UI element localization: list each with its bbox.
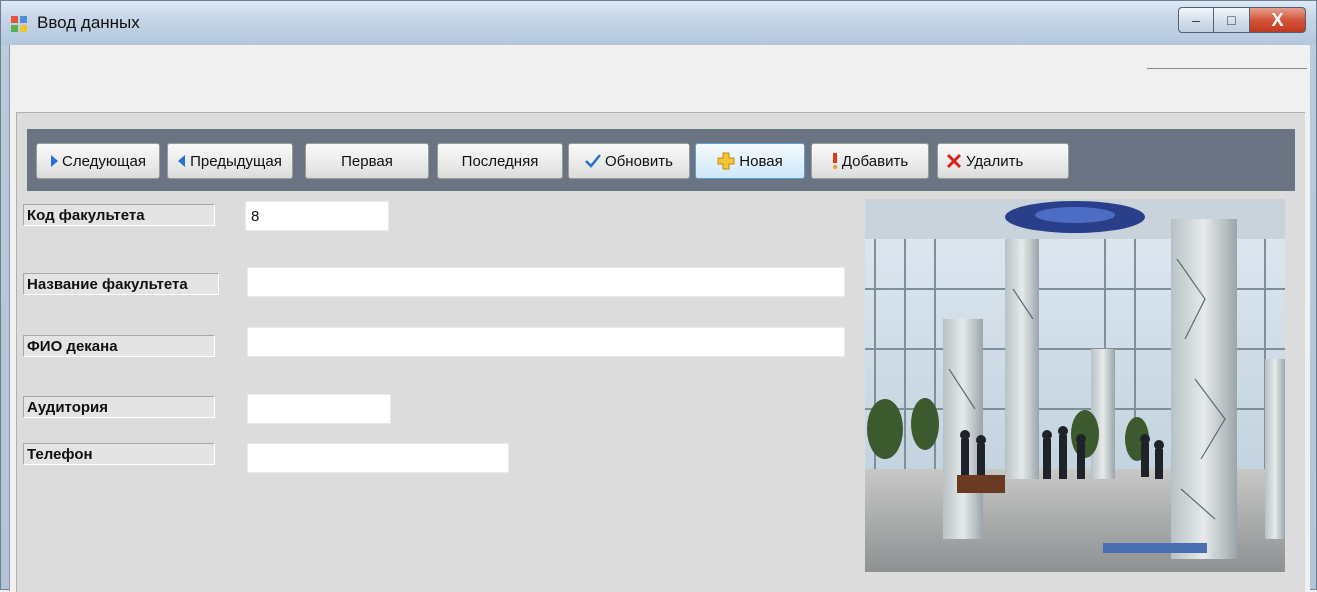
previous-label: Предыдущая	[190, 152, 282, 170]
dean-name-label: ФИО декана	[23, 335, 215, 357]
next-button[interactable]: Следующая	[36, 143, 160, 179]
delete-label: Удалить	[966, 152, 1024, 170]
close-button[interactable]: X	[1250, 7, 1306, 33]
app-window: Ввод данных – □ X Следующая Предыдущая П…	[0, 0, 1317, 592]
room-field[interactable]	[247, 394, 391, 424]
red-x-icon	[946, 153, 962, 169]
refresh-label: Обновить	[605, 152, 673, 170]
next-label: Следующая	[62, 152, 146, 170]
maximize-icon: □	[1227, 12, 1236, 28]
phone-label: Телефон	[23, 443, 215, 465]
faculty-code-field[interactable]: 8	[245, 201, 389, 231]
new-button[interactable]: Новая	[695, 143, 805, 179]
window-controls: – □ X	[1178, 7, 1306, 35]
add-button[interactable]: Добавить	[811, 143, 929, 179]
maximize-button[interactable]: □	[1214, 7, 1250, 33]
divider	[1147, 68, 1307, 69]
checkmark-icon	[585, 154, 601, 168]
faculty-name-field[interactable]	[247, 267, 845, 297]
refresh-button[interactable]: Обновить	[568, 143, 690, 179]
new-label: Новая	[739, 152, 783, 170]
room-label: Аудитория	[23, 396, 215, 418]
window-title: Ввод данных	[37, 13, 140, 32]
triangle-right-icon	[50, 155, 59, 167]
minimize-button[interactable]: –	[1178, 7, 1214, 33]
first-button[interactable]: Первая	[305, 143, 429, 179]
title-bar[interactable]: Ввод данных – □ X	[1, 1, 1316, 45]
app-icon	[11, 16, 27, 32]
delete-button[interactable]: Удалить	[937, 143, 1069, 179]
form-panel: Следующая Предыдущая Первая Последняя Об…	[16, 112, 1305, 592]
last-button[interactable]: Последняя	[437, 143, 563, 179]
navigation-toolbar: Следующая Предыдущая Первая Последняя Об…	[27, 129, 1295, 191]
close-icon: X	[1271, 9, 1284, 30]
plus-icon	[717, 152, 735, 170]
phone-field[interactable]	[247, 443, 509, 473]
previous-button[interactable]: Предыдущая	[167, 143, 293, 179]
exclamation-icon	[832, 153, 838, 169]
dean-name-field[interactable]	[247, 327, 845, 357]
triangle-left-icon	[178, 155, 186, 167]
faculty-code-label: Код факультета	[23, 204, 215, 226]
building-lobby-photo	[865, 199, 1285, 572]
last-label: Последняя	[461, 152, 539, 170]
minimize-icon: –	[1192, 12, 1200, 28]
add-label: Добавить	[841, 152, 909, 170]
faculty-name-label: Название факультета	[23, 273, 219, 295]
first-label: Первая	[341, 152, 393, 170]
